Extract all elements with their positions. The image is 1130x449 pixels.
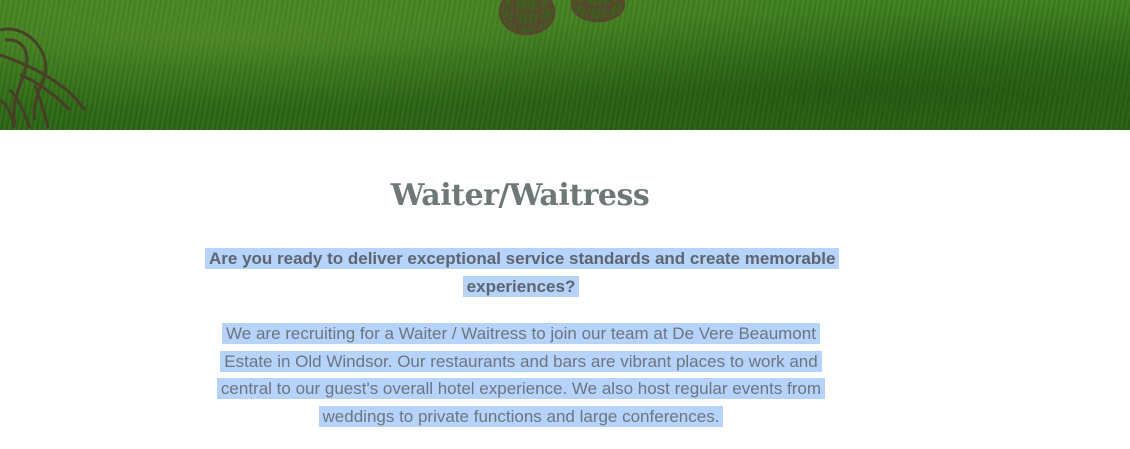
job-headline: Are you ready to deliver exceptional ser… — [205, 245, 840, 301]
job-title: Waiter/Waitress — [390, 178, 650, 213]
wicker-sculptures-illustration — [0, 0, 626, 129]
job-headline-block: Are you ready to deliver exceptional ser… — [205, 245, 840, 301]
wicker-ball-one — [498, 0, 556, 36]
wicker-ball-two — [570, 0, 626, 23]
job-content-section: Waiter/Waitress Are you ready to deliver… — [0, 130, 1130, 449]
wicker-animal-left — [0, 27, 87, 129]
selected-intro-text: We are recruiting for a Waiter / Waitres… — [216, 323, 826, 427]
selected-headline-text: Are you ready to deliver exceptional ser… — [205, 248, 840, 297]
hero-banner-image — [0, 0, 1130, 130]
job-intro-paragraph: We are recruiting for a Waiter / Waitres… — [205, 320, 837, 430]
